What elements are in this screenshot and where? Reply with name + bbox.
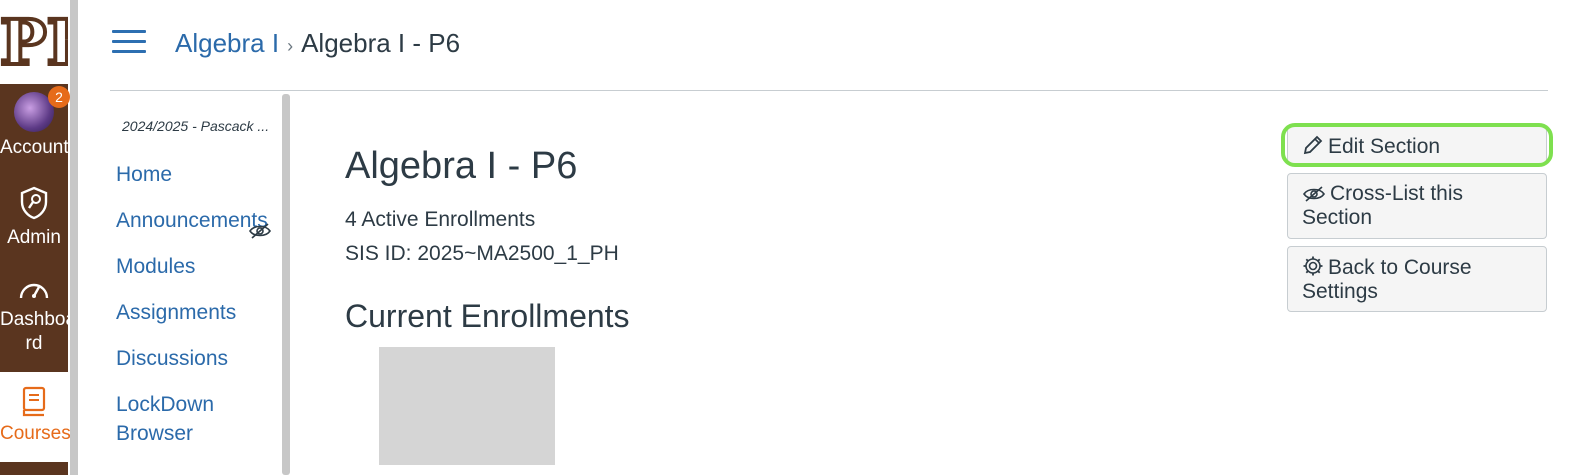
account-nav-item[interactable]: 2 Account [0, 86, 70, 160]
global-nav-scrollbar[interactable] [70, 0, 78, 475]
admin-nav-item[interactable]: Admin [0, 186, 68, 250]
hamburger-line [112, 50, 146, 53]
breadcrumb-course-link[interactable]: Algebra I [175, 28, 279, 58]
enrollment-list-placeholder [379, 347, 555, 465]
courses-label: Courses [0, 423, 71, 444]
course-term: 2024/2025 - Pascack ... [122, 118, 270, 134]
global-nav: PH 2 Account Admin Dashboa rd Courses [0, 0, 107, 475]
hidden-eye-icon [1303, 186, 1325, 202]
avatar: 2 [14, 86, 70, 132]
hidden-eye-icon [249, 223, 271, 239]
cross-list-button[interactable]: Cross-List this Section [1287, 173, 1547, 239]
sis-id: SIS ID: 2025~MA2500_1_PH [345, 242, 619, 265]
header-divider [110, 90, 1548, 91]
course-nav-lockdown-browser[interactable]: LockDown Browser [116, 390, 236, 448]
dashboard-label-wrap: rd [25, 333, 43, 354]
back-to-course-settings-label: Back to Course Settings [1302, 256, 1472, 303]
hamburger-line [112, 30, 146, 33]
course-nav-announcements-label: Announcements [116, 209, 268, 232]
course-nav-modules[interactable]: Modules [116, 252, 278, 281]
course-nav-scrollbar[interactable] [282, 94, 290, 475]
book-icon [22, 386, 46, 417]
breadcrumb-separator-icon: › [287, 36, 294, 56]
svg-text:PH: PH [0, 6, 68, 79]
edit-section-label: Edit Section [1328, 135, 1441, 158]
active-enrollments-count: 4 Active Enrollments [345, 208, 536, 231]
edit-section-button[interactable]: Edit Section [1287, 125, 1547, 165]
pencil-icon [1303, 135, 1323, 155]
page-title: Algebra I - P6 [345, 145, 578, 187]
current-enrollments-heading: Current Enrollments [345, 298, 630, 334]
account-label: Account [0, 137, 69, 158]
breadcrumb: Algebra I › Algebra I - P6 [175, 26, 460, 63]
course-nav-assignments[interactable]: Assignments [116, 298, 278, 327]
course-nav-announcements[interactable]: Announcements [116, 206, 278, 239]
shield-icon [20, 186, 48, 220]
notification-badge: 2 [48, 86, 70, 108]
dashboard-label: Dashboa [0, 309, 77, 330]
courses-nav-item[interactable]: Courses [0, 372, 71, 462]
dashboard-nav-item[interactable]: Dashboa rd [0, 276, 77, 356]
admin-label: Admin [7, 227, 61, 248]
global-nav-bottom [0, 462, 68, 475]
school-logo[interactable]: PH [0, 0, 107, 84]
course-nav: Home Announcements Modules Assignments D… [116, 160, 278, 448]
gear-icon [1303, 256, 1323, 276]
hamburger-menu-button[interactable] [112, 30, 146, 56]
breadcrumb-current: Algebra I - P6 [301, 28, 461, 58]
dashboard-icon [19, 283, 49, 299]
back-to-course-settings-button[interactable]: Back to Course Settings [1287, 246, 1547, 312]
cross-list-label: Cross-List this Section [1302, 182, 1464, 229]
course-nav-home[interactable]: Home [116, 160, 278, 189]
hamburger-line [112, 40, 146, 43]
course-nav-discussions[interactable]: Discussions [116, 344, 278, 373]
